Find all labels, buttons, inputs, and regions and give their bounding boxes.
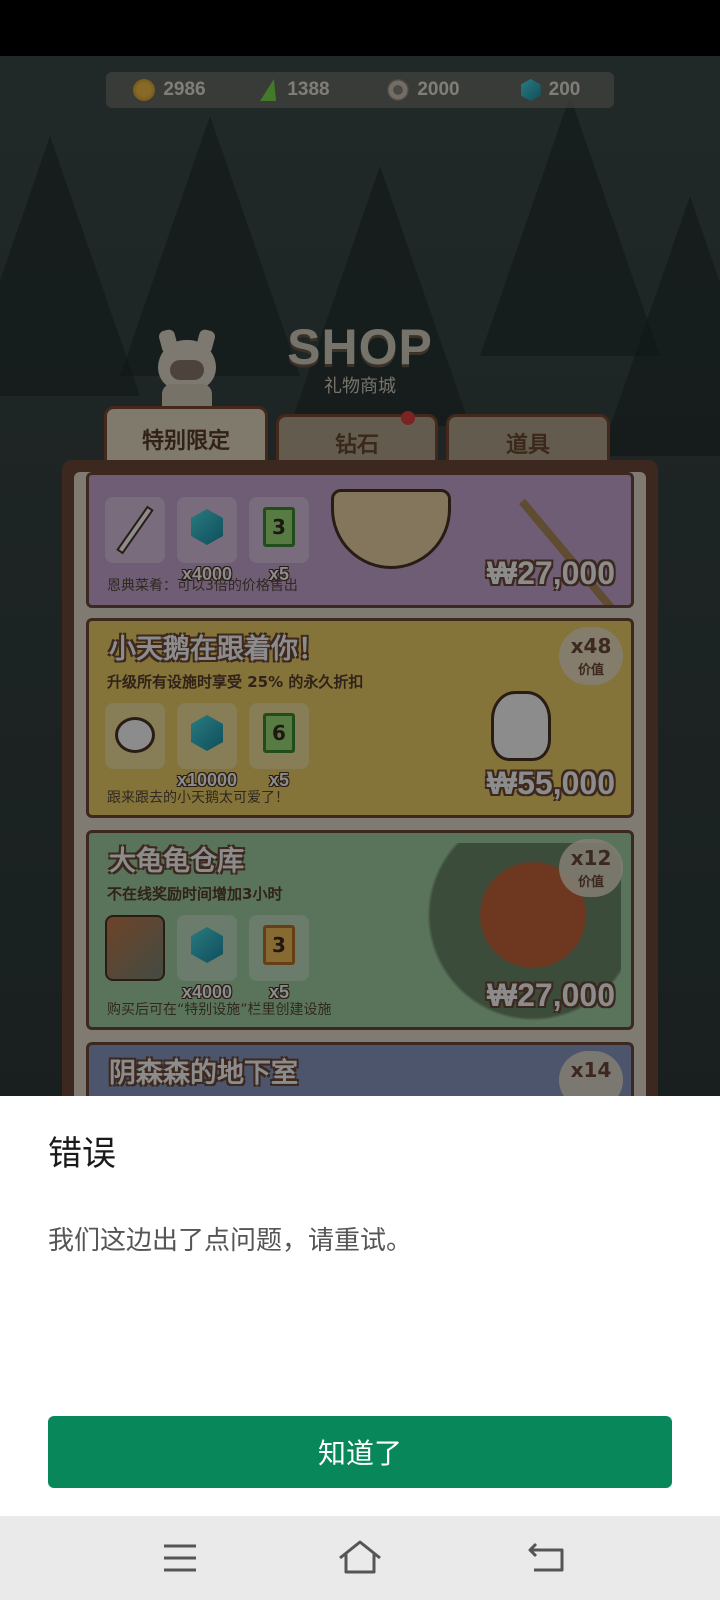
gear-icon [387,79,410,101]
card-description: 升级所有设施时享受 25% 的永久折扣 [107,673,364,691]
system-nav-bar [0,1516,720,1600]
reward-item: 3 x5 [249,497,309,584]
tab-label: 钻石 [334,432,379,458]
turtle-thumbnail-icon [105,915,165,981]
tab-special-limited[interactable]: 特别限定 [104,406,268,468]
back-button[interactable] [524,1536,572,1580]
coin-icon [133,79,156,101]
gem-value: 200 [548,79,581,100]
value-badge: x48 价值 [559,627,623,685]
duck-icon [115,717,155,753]
tab-label: 特别限定 [141,428,230,454]
reward-item: 6 x5 [249,703,309,790]
swan-illustration [491,691,551,761]
value-badge: x14 [559,1051,623,1096]
menu-icon [164,1544,196,1572]
gear-counter: 2000 [360,79,487,101]
gem-icon [191,927,223,963]
price-label[interactable]: ₩55,000 [487,765,615,802]
reward-item: x4000 [177,915,237,1002]
card-title: 阴森森的地下室 [109,1058,298,1089]
value-badge: x12 价值 [559,839,623,897]
ticket-icon: 3 [263,925,295,965]
dialog-title: 错误 [48,1134,116,1174]
shop-tabs: 特别限定 钻石 道具 [104,406,616,468]
reward-item [105,703,165,769]
price-label[interactable]: ₩27,000 [487,977,615,1014]
shop-list: x4000 3 x5 恩典菜肴：可以3倍的价格售出 ₩27,000 小天鹅在跟着你… [74,472,646,1096]
gem-counter: 200 [487,79,614,101]
card-note: 跟来跟去的小天鹅太可爱了！ [107,790,289,806]
back-icon [528,1542,564,1572]
gem-icon [520,79,541,101]
error-dialog: 错误 我们这边出了点问题，请重试。 知道了 [0,1096,720,1516]
shop-card-grace-dish[interactable]: x4000 3 x5 恩典菜肴：可以3倍的价格售出 ₩27,000 [86,472,634,608]
shop-panel: x4000 3 x5 恩典菜肴：可以3倍的价格售出 ₩27,000 小天鹅在跟着你… [62,460,658,1096]
tab-label: 道具 [505,432,550,458]
ticket-icon: 6 [263,713,295,753]
reward-item: x4000 [177,497,237,584]
energy-value: 1388 [287,79,330,100]
shop-title: SHOP [287,319,433,375]
reward-item [105,915,165,981]
card-note: 购买后可在“特别设施”栏里创建设施 [107,1002,332,1018]
coin-counter: 2986 [106,79,233,101]
ticket-icon: 3 [263,507,295,547]
reward-items: x4000 3 x5 [105,497,309,584]
card-title: 大龟龟仓库 [109,846,244,877]
shop-card-spooky-basement[interactable]: 阴森森的地下室 x14 [86,1042,634,1096]
currency-bar: 2986 1388 2000 200 [106,72,614,108]
reward-item [105,497,165,563]
price-label[interactable]: ₩27,000 [487,555,615,592]
home-icon [339,1540,381,1574]
confirm-button[interactable]: 知道了 [48,1416,672,1488]
card-title: 小天鹅在跟着你！ [109,634,325,665]
card-note: 恩典菜肴：可以3倍的价格售出 [107,578,298,594]
shop-subtitle: 礼物商城 [324,376,396,397]
game-shop-screen: 2986 1388 2000 200 SHOP 礼物商城 特别限定 钻石 道具 [0,56,720,1096]
status-bar [0,0,720,56]
energy-icon [260,79,283,101]
reward-item: x10000 [177,703,237,790]
bowl-illustration [331,489,451,569]
gem-icon [191,715,223,751]
notification-dot [401,411,415,425]
magic-wand-icon [116,505,154,555]
gear-value: 2000 [417,79,460,100]
reward-items: x4000 3 x5 [105,915,309,1002]
coin-value: 2986 [163,79,206,100]
home-button[interactable] [336,1536,384,1580]
energy-counter: 1388 [233,79,360,101]
card-description: 不在线奖励时间增加3小时 [107,885,283,903]
reward-item: 3 x5 [249,915,309,1002]
reward-items: x10000 6 x5 [105,703,309,790]
shop-card-little-swan[interactable]: 小天鹅在跟着你！ 升级所有设施时享受 25% 的永久折扣 x48 价值 x100… [86,618,634,818]
gem-icon [191,509,223,545]
menu-button[interactable] [156,1536,204,1580]
dialog-message: 我们这边出了点问题，请重试。 [48,1226,413,1256]
shop-card-turtle-warehouse[interactable]: 大龟龟仓库 不在线奖励时间增加3小时 x12 价值 x4000 3 x5 购买后可… [86,830,634,1030]
